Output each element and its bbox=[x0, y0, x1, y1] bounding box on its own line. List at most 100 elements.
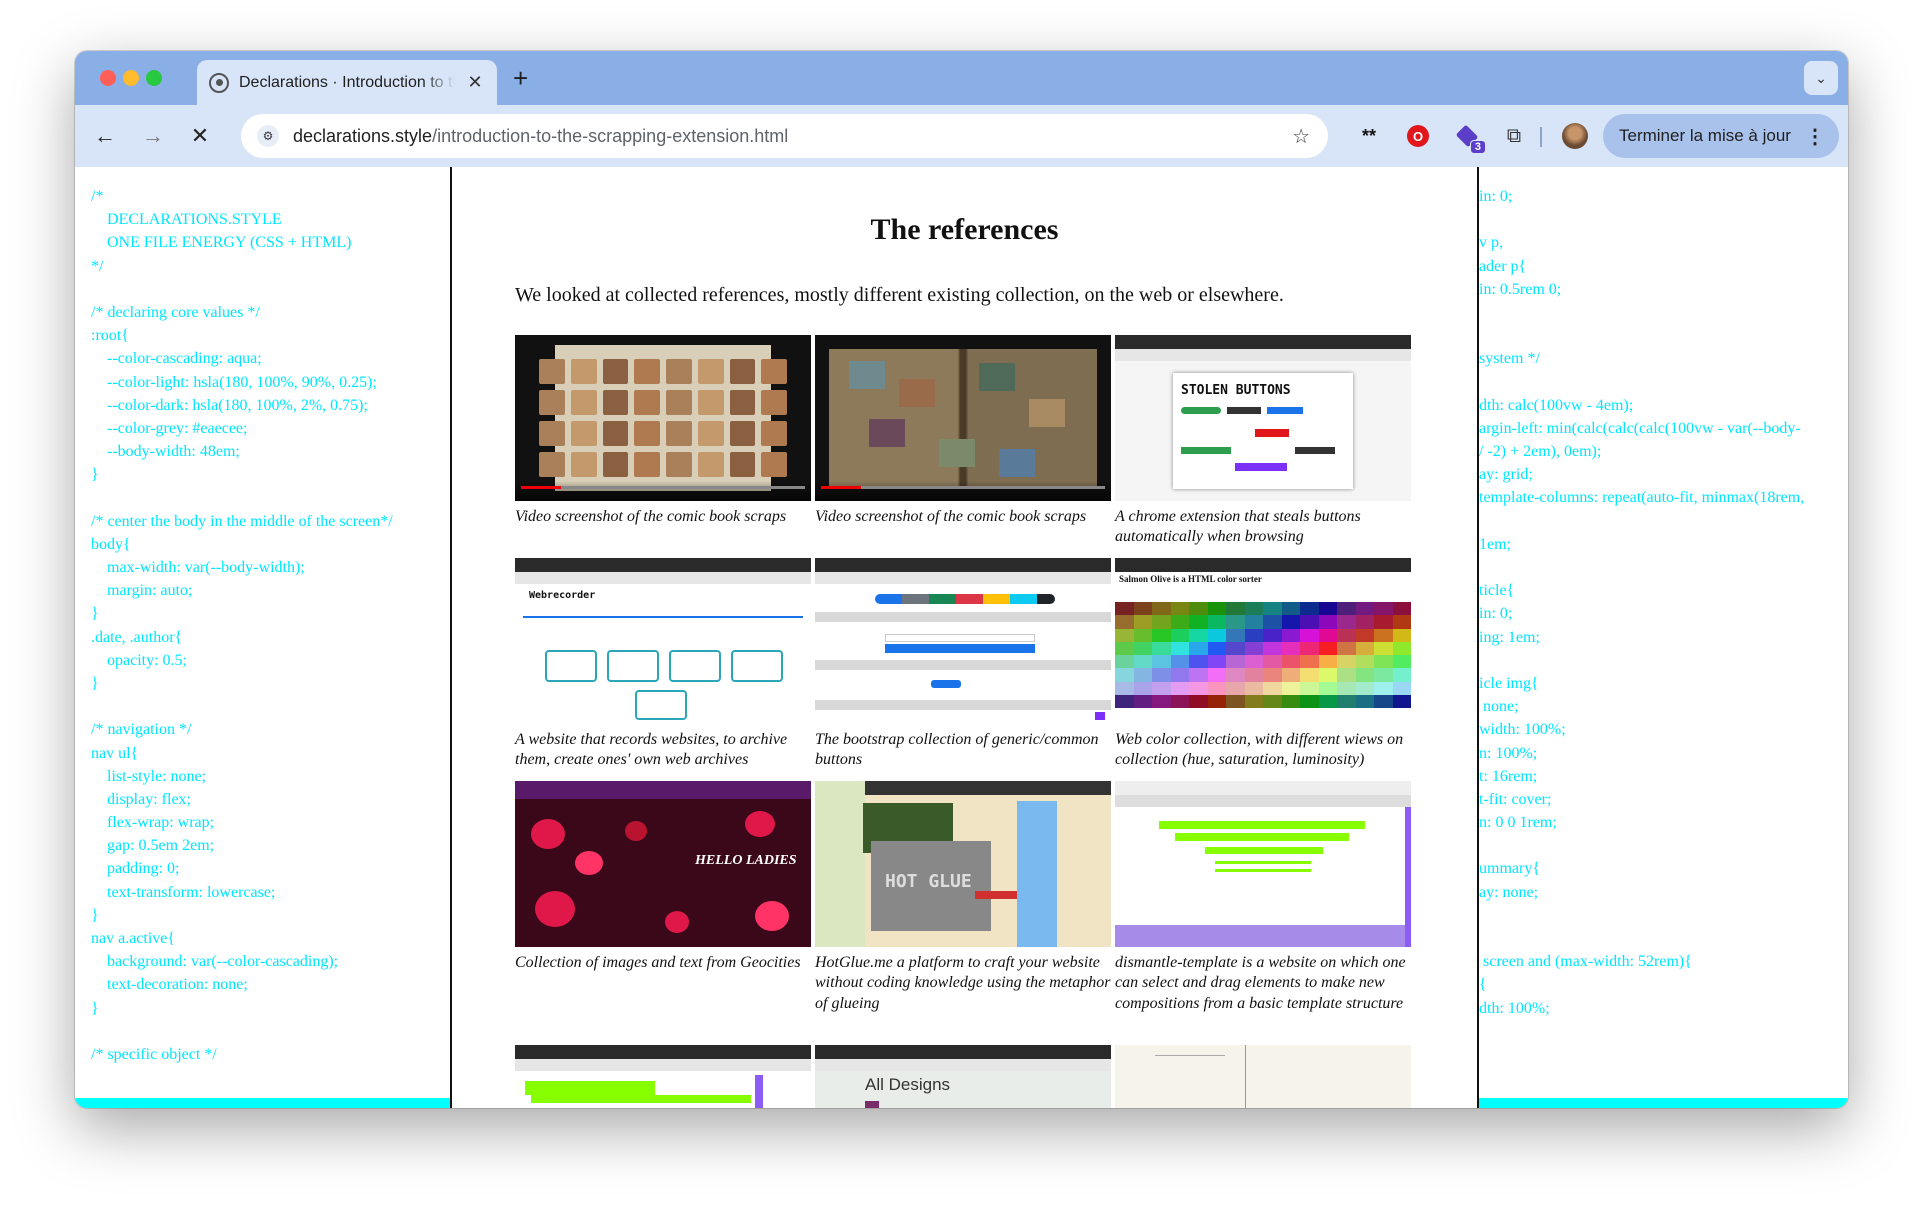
reference-thumbnail[interactable] bbox=[815, 335, 1111, 501]
reference-thumbnail[interactable]: HOT GLUE bbox=[815, 781, 1111, 947]
scrap-piece bbox=[634, 390, 660, 415]
tab-search-chevron-icon[interactable]: ⌄ bbox=[1804, 61, 1838, 95]
aqua-bar-left bbox=[75, 1098, 450, 1108]
reference-thumbnail[interactable]: STOLEN BUTTONS bbox=[1115, 335, 1411, 501]
extension-asterisk-icon[interactable]: ** bbox=[1354, 121, 1384, 151]
code-line: } bbox=[91, 674, 99, 692]
code-line: width: 100%; bbox=[1479, 721, 1566, 739]
color-swatch bbox=[1170, 694, 1189, 708]
reference-card[interactable]: Webrecorder A website that records websi… bbox=[515, 558, 811, 771]
color-swatch bbox=[1189, 681, 1208, 695]
reference-card[interactable]: Video screenshot of the comic book scrap… bbox=[815, 335, 1111, 527]
reference-caption: Collection of images and text from Geoci… bbox=[515, 954, 801, 971]
reference-card[interactable]: All Designs bbox=[815, 1045, 1111, 1108]
reference-thumbnail[interactable] bbox=[815, 558, 1111, 724]
reference-thumbnail[interactable]: Salmon Olive is a HTML color sorter bbox=[1115, 558, 1411, 724]
color-swatch bbox=[1281, 681, 1300, 695]
color-swatch bbox=[1152, 668, 1171, 682]
reference-card[interactable]: The bootstrap collection of generic/comm… bbox=[815, 558, 1111, 771]
color-swatch bbox=[1244, 655, 1263, 669]
scrap-piece bbox=[602, 359, 629, 384]
color-swatch bbox=[1226, 694, 1245, 708]
code-line: system */ bbox=[1479, 350, 1540, 368]
code-line: in: 0.5rem 0; bbox=[1479, 280, 1562, 298]
color-swatch bbox=[1189, 641, 1208, 655]
extension-cap-icon[interactable]: 3 bbox=[1452, 121, 1486, 154]
tab-close-icon[interactable]: ✕ bbox=[465, 72, 485, 93]
color-swatch bbox=[1263, 694, 1282, 708]
reference-thumbnail[interactable]: Webrecorder bbox=[515, 558, 811, 724]
color-swatch bbox=[1281, 641, 1300, 655]
reference-thumbnail[interactable] bbox=[1115, 1045, 1411, 1108]
update-button[interactable]: Terminer la mise à jour ⋮ bbox=[1603, 114, 1839, 158]
address-bar[interactable]: ⚙ declarations.style/introduction-to-the… bbox=[241, 114, 1328, 158]
code-line: ONE FILE ENERGY (CSS + HTML) bbox=[91, 234, 352, 252]
page-title: The references bbox=[870, 213, 1059, 246]
reference-thumbnail[interactable] bbox=[1115, 781, 1411, 947]
profile-avatar[interactable] bbox=[1562, 123, 1588, 149]
reference-card[interactable]: STOLEN BUTTONS A chrome extension that s… bbox=[1115, 335, 1411, 548]
reference-thumbnail[interactable] bbox=[515, 335, 811, 501]
code-line: background: var(--color-cascading); bbox=[91, 953, 339, 971]
tab-strip: Declarations · Introduction to the scrap… bbox=[75, 51, 1848, 105]
scrap-piece bbox=[666, 452, 692, 477]
url-domain: declarations.style bbox=[293, 125, 433, 146]
code-line: nav a.active{ bbox=[91, 930, 176, 947]
reference-card[interactable]: dismantle-template is a website on which… bbox=[1115, 781, 1411, 1014]
reference-caption: Video screenshot of the comic book scrap… bbox=[515, 508, 787, 525]
code-line: flex-wrap: wrap; bbox=[91, 814, 215, 832]
puzzle-icon[interactable]: ⧉ bbox=[1499, 121, 1529, 151]
scrap-piece bbox=[761, 421, 787, 446]
scrap-piece bbox=[697, 452, 724, 477]
code-line: ay: none; bbox=[1479, 883, 1539, 901]
reference-thumbnail[interactable] bbox=[515, 1045, 811, 1108]
update-button-label: Terminer la mise à jour bbox=[1619, 126, 1791, 145]
new-tab-button[interactable]: + bbox=[513, 63, 528, 94]
reference-card[interactable]: Salmon Olive is a HTML color sorter Web … bbox=[1115, 558, 1411, 771]
reference-caption: dismantle-template is a website on which… bbox=[1115, 954, 1406, 1012]
color-swatch bbox=[1337, 602, 1356, 616]
color-swatch bbox=[1318, 681, 1337, 695]
scrap-piece bbox=[570, 390, 597, 415]
scrap-piece bbox=[697, 390, 724, 415]
reference-card[interactable] bbox=[1115, 1045, 1411, 1108]
tab-declarations[interactable]: Declarations · Introduction to the scrap… bbox=[197, 60, 497, 105]
color-swatch bbox=[1244, 694, 1263, 708]
code-line: } bbox=[91, 466, 99, 484]
scrap-piece bbox=[570, 421, 597, 446]
extension-opera-icon[interactable]: O bbox=[1403, 121, 1433, 151]
color-swatch bbox=[1355, 602, 1374, 616]
reference-thumbnail[interactable]: HELLO LADIES bbox=[515, 781, 811, 947]
back-icon[interactable]: ← bbox=[90, 121, 120, 151]
color-swatch bbox=[1263, 655, 1282, 669]
window-close-button[interactable] bbox=[100, 70, 116, 86]
reference-card[interactable]: Video screenshot of the comic book scrap… bbox=[515, 335, 811, 527]
site-info-icon[interactable]: ⚙ bbox=[257, 125, 279, 147]
stop-icon[interactable]: ✕ bbox=[185, 121, 215, 151]
reference-card[interactable]: HELLO LADIES Collection of images and te… bbox=[515, 781, 811, 973]
bookmark-star-icon[interactable]: ☆ bbox=[1292, 124, 1310, 149]
css-source-right: in: 0; v p, ader p{in: 0.5rem 0; system */ d… bbox=[1479, 167, 1848, 1108]
thumbnail-label: STOLEN BUTTONS bbox=[1181, 383, 1291, 398]
page-viewport[interactable]: /* DECLARATIONS.STYLE ONE FILE ENERGY (C… bbox=[75, 167, 1848, 1108]
code-line: gap: 0.5em 2em; bbox=[91, 837, 215, 855]
scrap-piece bbox=[602, 390, 629, 415]
forward-icon[interactable]: → bbox=[138, 121, 168, 151]
code-line: template-columns: repeat(auto-fit, minma… bbox=[1479, 489, 1805, 507]
reference-card[interactable] bbox=[515, 1045, 811, 1108]
window-maximize-button[interactable] bbox=[146, 70, 162, 86]
color-swatch bbox=[1355, 615, 1374, 629]
reference-caption: A website that records websites, to arch… bbox=[515, 731, 788, 769]
reference-thumbnail[interactable]: All Designs bbox=[815, 1045, 1111, 1108]
reference-card[interactable]: HOT GLUE HotGlue.me a platform to craft … bbox=[815, 781, 1111, 1014]
thumbnail-label: All Designs bbox=[865, 1075, 951, 1094]
color-swatch bbox=[1337, 694, 1356, 708]
window-minimize-button[interactable] bbox=[123, 70, 139, 86]
code-line: / -2) + 2em), 0em); bbox=[1479, 443, 1602, 461]
color-swatch bbox=[1392, 694, 1411, 708]
